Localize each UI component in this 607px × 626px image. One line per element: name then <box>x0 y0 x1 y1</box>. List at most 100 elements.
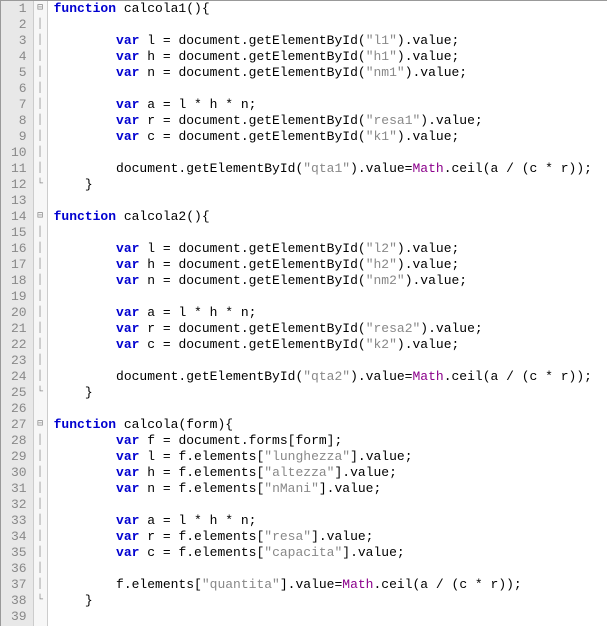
code-line[interactable]: } <box>54 593 607 609</box>
code-token: var <box>116 321 139 336</box>
line-number: 33 <box>11 513 27 529</box>
line-number: 34 <box>11 529 27 545</box>
fold-guide: │ <box>34 17 47 33</box>
code-line[interactable]: var a = l * h * n; <box>54 513 607 529</box>
code-token: ).value; <box>397 337 459 352</box>
fold-guide: │ <box>34 321 47 337</box>
code-line[interactable]: f.elements["quantita"].value=Math.ceil(a… <box>54 577 607 593</box>
code-line[interactable]: document.getElementById("qta1").value=Ma… <box>54 161 607 177</box>
code-token: ).value; <box>405 273 467 288</box>
code-token: calcola <box>124 417 179 432</box>
fold-guide: └ <box>34 177 47 193</box>
code-token <box>54 513 116 528</box>
code-token <box>54 545 116 560</box>
code-line[interactable]: var r = f.elements["resa"].value; <box>54 529 607 545</box>
code-line[interactable]: function calcola1(){ <box>54 1 607 17</box>
code-token: h = f.elements[ <box>139 465 264 480</box>
code-token: "qta1" <box>303 161 350 176</box>
line-number: 25 <box>11 385 27 401</box>
code-line[interactable]: var a = l * h * n; <box>54 305 607 321</box>
line-number: 7 <box>11 97 27 113</box>
code-token: n = document.getElementById( <box>139 65 365 80</box>
code-line[interactable] <box>54 193 607 209</box>
code-token <box>54 33 116 48</box>
code-token: (form){ <box>178 417 233 432</box>
fold-guide: │ <box>34 513 47 529</box>
line-number: 32 <box>11 497 27 513</box>
code-token: function <box>54 209 124 224</box>
fold-guide: │ <box>34 497 47 513</box>
code-token: f.elements[ <box>54 577 202 592</box>
code-line[interactable] <box>54 225 607 241</box>
code-token: ).value; <box>397 257 459 272</box>
code-line[interactable]: var l = document.getElementById("l1").va… <box>54 33 607 49</box>
fold-column[interactable]: ⊟││││││││││└⊟││││││││││└⊟││││││││││└ <box>34 1 48 626</box>
fold-toggle-icon[interactable]: ⊟ <box>34 1 47 17</box>
code-token: ).value; <box>397 241 459 256</box>
code-line[interactable]: } <box>54 385 607 401</box>
code-token: var <box>116 513 139 528</box>
code-token: ].value; <box>311 529 373 544</box>
line-number: 1 <box>11 1 27 17</box>
code-line[interactable]: var n = f.elements["nMani"].value; <box>54 481 607 497</box>
code-line[interactable]: var a = l * h * n; <box>54 97 607 113</box>
code-line[interactable] <box>54 497 607 513</box>
line-number: 14 <box>11 209 27 225</box>
code-token: l = document.getElementById( <box>139 241 365 256</box>
code-token: "nMani" <box>264 481 319 496</box>
code-token <box>54 241 116 256</box>
line-number: 5 <box>11 65 27 81</box>
code-line[interactable] <box>54 289 607 305</box>
code-line[interactable]: var n = document.getElementById("nm2").v… <box>54 273 607 289</box>
code-line[interactable]: var c = document.getElementById("k2").va… <box>54 337 607 353</box>
code-token: calcola2 <box>124 209 186 224</box>
code-line[interactable]: var h = f.elements["altezza"].value; <box>54 465 607 481</box>
code-line[interactable] <box>54 561 607 577</box>
code-line[interactable]: function calcola2(){ <box>54 209 607 225</box>
fold-toggle-icon[interactable]: ⊟ <box>34 417 47 433</box>
code-line[interactable]: var h = document.getElementById("h2").va… <box>54 257 607 273</box>
fold-guide: │ <box>34 369 47 385</box>
code-token: "lunghezza" <box>264 449 350 464</box>
code-token: var <box>116 433 139 448</box>
code-line[interactable]: document.getElementById("qta2").value=Ma… <box>54 369 607 385</box>
code-line[interactable] <box>54 81 607 97</box>
code-token: var <box>116 257 139 272</box>
code-token: f = document.forms[form]; <box>139 433 342 448</box>
code-line[interactable]: var r = document.getElementById("resa2")… <box>54 321 607 337</box>
code-line[interactable]: var r = document.getElementById("resa1")… <box>54 113 607 129</box>
fold-toggle-icon[interactable]: ⊟ <box>34 209 47 225</box>
code-editor[interactable]: 1234567891011121314151617181920212223242… <box>1 1 607 626</box>
code-line[interactable]: var f = document.forms[form]; <box>54 433 607 449</box>
fold-guide: │ <box>34 129 47 145</box>
code-token: h = document.getElementById( <box>139 49 365 64</box>
code-token <box>54 481 116 496</box>
fold-guide: │ <box>34 161 47 177</box>
code-token: "capacita" <box>264 545 342 560</box>
code-line[interactable] <box>54 401 607 417</box>
code-token: } <box>54 177 93 192</box>
code-line[interactable] <box>54 353 607 369</box>
code-line[interactable]: var h = document.getElementById("h1").va… <box>54 49 607 65</box>
code-token: function <box>54 1 124 16</box>
code-token: var <box>116 97 139 112</box>
code-line[interactable]: function calcola(form){ <box>54 417 607 433</box>
code-line[interactable] <box>54 145 607 161</box>
code-token: ).value; <box>420 113 482 128</box>
fold-guide: │ <box>34 337 47 353</box>
code-token: "nm2" <box>366 273 405 288</box>
code-line[interactable]: var l = document.getElementById("l2").va… <box>54 241 607 257</box>
code-line[interactable]: var c = f.elements["capacita"].value; <box>54 545 607 561</box>
code-token: "nm1" <box>366 65 405 80</box>
line-number: 37 <box>11 577 27 593</box>
code-line[interactable]: } <box>54 177 607 193</box>
code-token: "resa" <box>264 529 311 544</box>
code-token: ].value; <box>334 465 396 480</box>
code-area[interactable]: function calcola1(){ var l = document.ge… <box>48 1 607 626</box>
code-line[interactable]: var c = document.getElementById("k1").va… <box>54 129 607 145</box>
code-line[interactable]: var l = f.elements["lunghezza"].value; <box>54 449 607 465</box>
code-line[interactable] <box>54 17 607 33</box>
code-line[interactable]: var n = document.getElementById("nm1").v… <box>54 65 607 81</box>
code-line[interactable] <box>54 609 607 625</box>
code-token <box>54 65 116 80</box>
